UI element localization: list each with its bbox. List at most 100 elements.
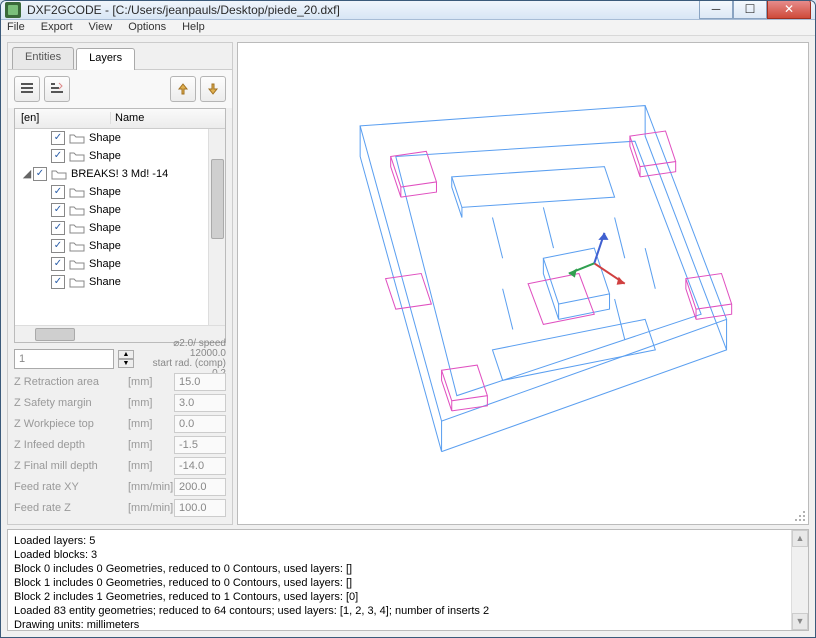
menu-file[interactable]: File bbox=[7, 21, 25, 33]
visibility-checkbox[interactable]: ✓ bbox=[51, 275, 65, 289]
menubar: File Export View Options Help bbox=[1, 20, 815, 35]
expand-all-button[interactable] bbox=[44, 76, 70, 102]
menu-options[interactable]: Options bbox=[128, 21, 166, 33]
layer-icon bbox=[51, 167, 67, 181]
menu-export[interactable]: Export bbox=[41, 21, 73, 33]
tree-header-name[interactable]: Name bbox=[111, 112, 225, 124]
log-line: Block 1 includes 0 Geometries, reduced t… bbox=[14, 576, 802, 590]
param-value-input[interactable]: 200.0 bbox=[174, 478, 226, 496]
tab-entities[interactable]: Entities bbox=[12, 47, 74, 69]
param-label: Z Workpiece top bbox=[14, 418, 124, 430]
tree-hscroll-thumb[interactable] bbox=[35, 328, 75, 341]
visibility-checkbox[interactable]: ✓ bbox=[51, 185, 65, 199]
param-value-input[interactable]: -1.5 bbox=[174, 436, 226, 454]
tree-row[interactable]: ◢✓ BREAKS! 3 Md! -14 bbox=[15, 165, 225, 183]
param-unit: [mm/min] bbox=[128, 502, 170, 514]
visibility-checkbox[interactable]: ✓ bbox=[33, 167, 47, 181]
tool-spinner[interactable]: 1 bbox=[14, 349, 114, 369]
param-label: Feed rate Z bbox=[14, 502, 124, 514]
param-unit: [mm] bbox=[128, 460, 170, 472]
tree-body[interactable]: ✓Shape✓Shape◢✓BREAKS! 3 Md! -14✓Shape✓Sh… bbox=[15, 129, 225, 325]
log-vscrollbar[interactable]: ▲ ▼ bbox=[791, 530, 808, 630]
tree-row[interactable]: ✓Shape bbox=[15, 237, 225, 255]
log-line: Loaded layers: 5 bbox=[14, 534, 802, 548]
scroll-up-icon[interactable]: ▲ bbox=[792, 530, 808, 547]
layer-icon bbox=[69, 131, 85, 145]
layers-tree[interactable]: [en] Name ✓Shape✓Shape◢✓BREAKS! 3 Md! -1… bbox=[14, 108, 226, 343]
tree-item-label: BREAKS! 3 Md! -14 bbox=[67, 168, 168, 180]
param-value-input[interactable]: 0.0 bbox=[174, 415, 226, 433]
tree-item-label: Shane bbox=[85, 276, 121, 288]
layer-icon bbox=[69, 185, 85, 199]
tree-row[interactable]: ✓ Shane bbox=[15, 273, 225, 291]
tree-header: [en] Name bbox=[15, 109, 225, 129]
layer-icon bbox=[69, 149, 85, 163]
param-row: Z Final mill depth [mm] -14.0 bbox=[14, 455, 226, 476]
param-row: Z Retraction area[mm]15.0 bbox=[14, 371, 226, 392]
param-value-input[interactable]: 15.0 bbox=[174, 373, 226, 391]
param-label: Z Safety margin bbox=[14, 397, 124, 409]
layer-icon bbox=[69, 257, 85, 271]
collapse-all-button[interactable] bbox=[14, 76, 40, 102]
tree-row[interactable]: ✓ Shape bbox=[15, 183, 225, 201]
visibility-checkbox[interactable]: ✓ bbox=[51, 131, 65, 145]
param-row: Feed rate Z [mm/min] 100.0 bbox=[14, 497, 226, 518]
layer-icon bbox=[69, 221, 85, 235]
maximize-button[interactable]: ☐ bbox=[733, 0, 767, 19]
move-up-button[interactable] bbox=[170, 76, 196, 102]
menu-help[interactable]: Help bbox=[182, 21, 205, 33]
tree-row[interactable]: ✓ Shape bbox=[15, 219, 225, 237]
tree-vscrollbar[interactable] bbox=[208, 129, 225, 325]
param-unit: [mm/min] bbox=[128, 481, 170, 493]
log-line: Drawing units: millimeters bbox=[14, 618, 802, 631]
layer-icon bbox=[69, 203, 85, 217]
param-unit: [mm] bbox=[128, 418, 170, 430]
app-icon bbox=[5, 2, 21, 18]
layer-icon bbox=[69, 275, 85, 289]
tree-vscroll-thumb[interactable] bbox=[211, 159, 224, 239]
resize-grip-icon[interactable] bbox=[792, 508, 806, 522]
param-value-input[interactable]: -14.0 bbox=[174, 457, 226, 475]
tree-item-label: Shape bbox=[85, 150, 121, 162]
tree-row[interactable]: ✓ Shape bbox=[15, 129, 225, 147]
move-down-button[interactable] bbox=[200, 76, 226, 102]
menu-view[interactable]: View bbox=[89, 21, 113, 33]
visibility-checkbox[interactable]: ✓ bbox=[51, 257, 65, 271]
log-panel[interactable]: Loaded layers: 5Loaded blocks: 3Block 0 … bbox=[7, 529, 809, 631]
tree-item-label: Shape bbox=[85, 222, 121, 234]
tree-item-label: Shape bbox=[85, 204, 121, 216]
app-window: DXF2GCODE - [C:/Users/jeanpauls/Desktop/… bbox=[0, 0, 816, 638]
param-value-input[interactable]: 3.0 bbox=[174, 394, 226, 412]
titlebar[interactable]: DXF2GCODE - [C:/Users/jeanpauls/Desktop/… bbox=[1, 1, 815, 20]
tree-item-label: Shape bbox=[85, 132, 121, 144]
drawing-canvas[interactable] bbox=[237, 42, 809, 525]
tree-row[interactable]: ✓ Shape bbox=[15, 147, 225, 165]
params-panel: 1 ▲▼ ⌀2.0/ speed 12000.0 start rad. (com… bbox=[14, 347, 226, 518]
spinner-buttons[interactable]: ▲▼ bbox=[118, 350, 134, 368]
visibility-checkbox[interactable]: ✓ bbox=[51, 203, 65, 217]
visibility-checkbox[interactable]: ✓ bbox=[51, 221, 65, 235]
close-button[interactable]: ✕ bbox=[767, 0, 811, 19]
log-line: Loaded blocks: 3 bbox=[14, 548, 802, 562]
param-unit: [mm] bbox=[128, 439, 170, 451]
scroll-down-icon[interactable]: ▼ bbox=[792, 613, 808, 630]
log-line: Loaded 83 entity geometries; reduced to … bbox=[14, 604, 802, 618]
drawing-svg bbox=[238, 43, 808, 524]
expand-arrow-icon[interactable]: ◢ bbox=[21, 167, 33, 180]
tab-layers[interactable]: Layers bbox=[76, 48, 135, 70]
layers-toolbar bbox=[8, 69, 232, 108]
tree-row[interactable]: ✓ Shape bbox=[15, 201, 225, 219]
param-label: Z Final mill depth bbox=[14, 460, 124, 472]
minimize-button[interactable]: ─ bbox=[699, 0, 733, 19]
visibility-checkbox[interactable]: ✓ bbox=[51, 239, 65, 253]
tree-item-label: Shape bbox=[85, 186, 121, 198]
tree-header-en[interactable]: [en] bbox=[15, 112, 111, 124]
param-row: Z Infeed depth [mm] -1.5 bbox=[14, 434, 226, 455]
visibility-checkbox[interactable]: ✓ bbox=[51, 149, 65, 163]
param-value-input[interactable]: 100.0 bbox=[174, 499, 226, 517]
upper-pane: Entities Layers [en] Name bbox=[7, 42, 809, 525]
param-label: Z Infeed depth bbox=[14, 439, 124, 451]
param-row: Z Workpiece top [mm] 0.0 bbox=[14, 413, 226, 434]
tree-row[interactable]: ✓Shape bbox=[15, 255, 225, 273]
param-label: Z Retraction area bbox=[14, 376, 124, 388]
